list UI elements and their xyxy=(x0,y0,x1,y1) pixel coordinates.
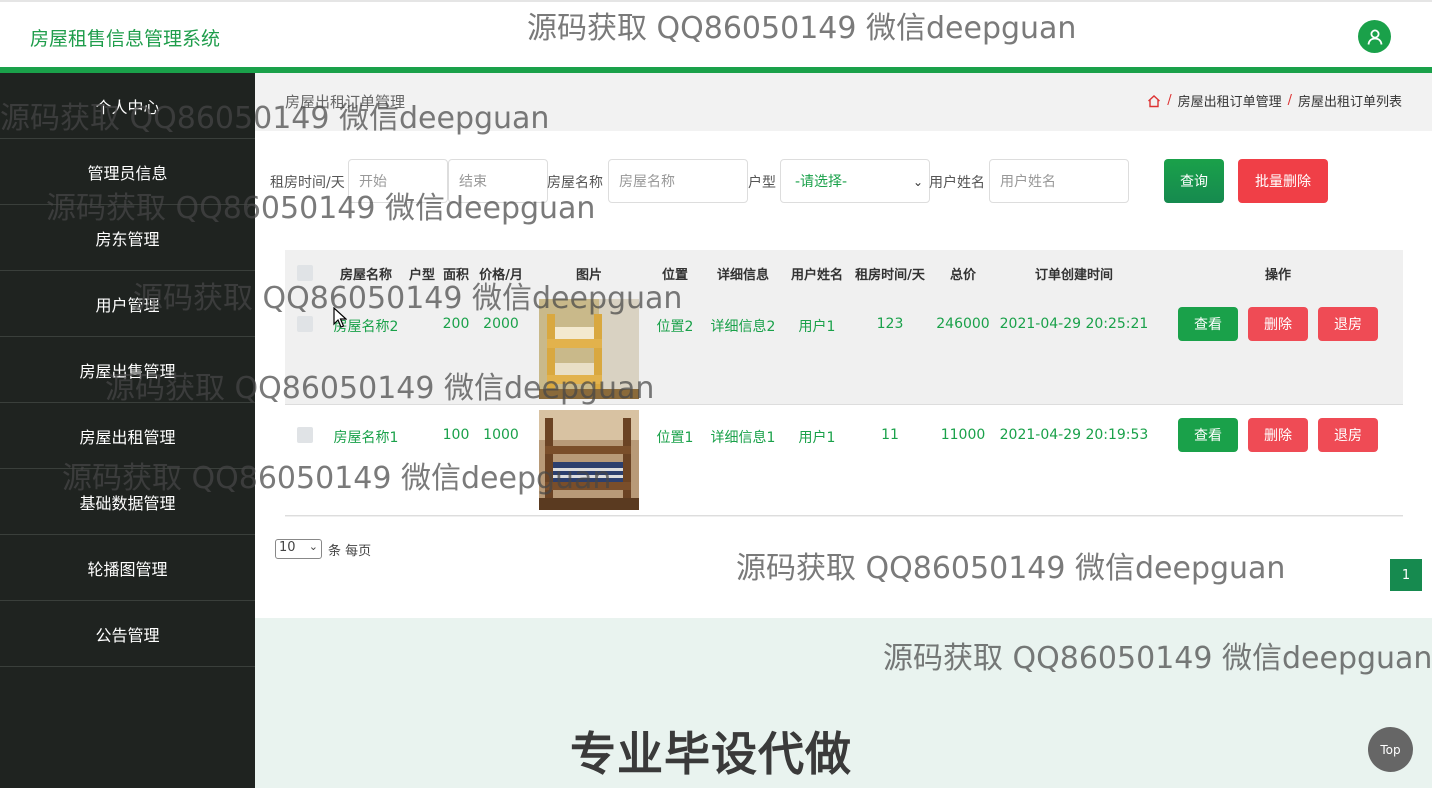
app-title: 房屋租售信息管理系统 xyxy=(30,28,221,50)
chevron-down-icon: ⌄ xyxy=(912,175,923,189)
home-icon[interactable] xyxy=(1147,94,1161,108)
column-header: 租房时间/天 xyxy=(855,268,925,283)
page-size-select[interactable]: 10 ⌄ xyxy=(275,539,322,559)
sidebar-nav: 个人中心 管理员信息 房东管理 用户管理 房屋出售管理 房屋出租管理 基础数据管… xyxy=(0,73,255,788)
rent-days-end-input[interactable]: 结束 xyxy=(448,159,548,203)
watermark-text: 源码获取 QQ86050149 微信deepguan xyxy=(883,641,1432,676)
column-header: 户型 xyxy=(408,268,435,283)
area-cell: 200 xyxy=(442,316,470,332)
checkout-button[interactable]: 退房 xyxy=(1318,307,1378,341)
rent-days-start-input[interactable]: 开始 xyxy=(348,159,448,203)
search-bar: 租房时间/天 开始 结束 房屋名称 房屋名称 户型 -请选择- ⌄ 用户姓名 用… xyxy=(255,159,1432,203)
user-name-label: 用户姓名 xyxy=(929,175,985,191)
column-header: 面积 xyxy=(442,268,469,283)
column-header: 房屋名称 xyxy=(339,268,392,283)
page-number-button[interactable]: 1 xyxy=(1390,559,1422,591)
house-name-cell: 房屋名称1 xyxy=(333,430,399,446)
column-header: 用户姓名 xyxy=(790,268,843,283)
table-row: 房屋名称2 200 2000 位置2 详细信息2 用户1 123 246000 … xyxy=(285,294,1403,405)
created-time-cell: 2021-04-29 20:19:53 xyxy=(999,427,1149,443)
user-name-input[interactable]: 用户姓名 xyxy=(989,159,1129,203)
rent-days-cell: 11 xyxy=(881,427,899,443)
table-row: 房屋名称1 100 1000 位置1 详细信息1 用户1 11 11000 20… xyxy=(285,405,1403,516)
rent-days-cell: 123 xyxy=(876,316,904,332)
house-photo xyxy=(539,410,639,510)
created-time-cell: 2021-04-29 20:25:21 xyxy=(999,316,1149,332)
breadcrumb-separator: / xyxy=(1287,93,1292,108)
user-name-cell: 用户1 xyxy=(798,430,836,446)
checkout-button[interactable]: 退房 xyxy=(1318,418,1378,452)
back-to-top-button[interactable]: Top xyxy=(1368,727,1413,772)
total-price-cell: 11000 xyxy=(940,427,986,443)
sidebar-item-landlord[interactable]: 房东管理 xyxy=(0,205,255,271)
breadcrumb-bar: 房屋出租订单管理 / 房屋出租订单管理 / 房屋出租订单列表 xyxy=(255,73,1432,131)
per-page-text: 条 每页 xyxy=(328,543,372,559)
column-header: 订单创建时间 xyxy=(1034,268,1113,283)
breadcrumb-item-order-list: 房屋出租订单列表 xyxy=(1297,95,1402,110)
sidebar-item-notice[interactable]: 公告管理 xyxy=(0,601,255,667)
house-type-select[interactable]: -请选择- ⌄ xyxy=(780,159,930,203)
price-cell: 1000 xyxy=(483,427,519,443)
page-size-value: 10 xyxy=(279,540,296,555)
detail-cell: 详细信息1 xyxy=(710,430,776,446)
pagination-size: 10 ⌄ 条 每页 xyxy=(275,539,371,559)
top-header: 房屋租售信息管理系统 xyxy=(0,0,1432,67)
row-checkbox[interactable] xyxy=(297,427,313,443)
view-button[interactable]: 查看 xyxy=(1178,307,1238,341)
price-cell: 2000 xyxy=(483,316,519,332)
mouse-cursor-icon xyxy=(333,307,347,328)
column-header: 价格/月 xyxy=(479,268,523,283)
house-name-label: 房屋名称 xyxy=(547,175,603,191)
sidebar-item-house-sale[interactable]: 房屋出售管理 xyxy=(0,337,255,403)
chevron-down-icon: ⌄ xyxy=(308,540,318,553)
sidebar-item-personal-center[interactable]: 个人中心 xyxy=(0,73,255,139)
house-type-selected: -请选择- xyxy=(795,174,848,190)
column-header: 位置 xyxy=(661,268,688,283)
sidebar-item-admin-info[interactable]: 管理员信息 xyxy=(0,139,255,205)
breadcrumb: / 房屋出租订单管理 / 房屋出租订单列表 xyxy=(1147,91,1402,110)
delete-button[interactable]: 删除 xyxy=(1248,307,1308,341)
user-name-cell: 用户1 xyxy=(798,319,836,335)
breadcrumb-item-rent-orders[interactable]: 房屋出租订单管理 xyxy=(1178,91,1282,110)
detail-cell: 详细信息2 xyxy=(710,319,776,335)
main-content: 房屋出租订单管理 / 房屋出租订单管理 / 房屋出租订单列表 租房时间/天 开始… xyxy=(255,73,1432,618)
orders-table: 房屋名称 户型 面积 价格/月 图片 位置 详细信息 用户姓名 租房时间/天 总… xyxy=(285,250,1403,517)
select-all-checkbox[interactable] xyxy=(297,265,313,281)
delete-button[interactable]: 删除 xyxy=(1248,418,1308,452)
total-price-cell: 246000 xyxy=(936,316,990,332)
sidebar-item-base-data[interactable]: 基础数据管理 xyxy=(0,469,255,535)
user-icon xyxy=(1367,29,1382,45)
house-type-label: 户型 xyxy=(748,175,776,191)
location-cell: 位置2 xyxy=(656,319,694,335)
column-header: 图片 xyxy=(575,268,602,283)
breadcrumb-separator: / xyxy=(1167,93,1172,108)
location-cell: 位置1 xyxy=(656,430,694,446)
column-header: 操作 xyxy=(1264,268,1291,283)
sidebar-item-users[interactable]: 用户管理 xyxy=(0,271,255,337)
page-title: 房屋出租订单管理 xyxy=(285,93,406,111)
user-avatar-button[interactable] xyxy=(1358,20,1391,53)
promo-text: 专业毕设代做 xyxy=(570,727,852,781)
batch-delete-button[interactable]: 批量删除 xyxy=(1238,159,1328,203)
query-button[interactable]: 查询 xyxy=(1164,159,1224,203)
row-checkbox[interactable] xyxy=(297,316,313,332)
view-button[interactable]: 查看 xyxy=(1178,418,1238,452)
column-header: 总价 xyxy=(949,268,976,283)
house-photo xyxy=(539,299,639,399)
area-cell: 100 xyxy=(442,427,470,443)
house-name-input[interactable]: 房屋名称 xyxy=(608,159,748,203)
column-header: 详细信息 xyxy=(716,268,769,283)
rent-days-label: 租房时间/天 xyxy=(270,175,345,191)
sidebar-item-carousel[interactable]: 轮播图管理 xyxy=(0,535,255,601)
sidebar-item-house-rent[interactable]: 房屋出租管理 xyxy=(0,403,255,469)
